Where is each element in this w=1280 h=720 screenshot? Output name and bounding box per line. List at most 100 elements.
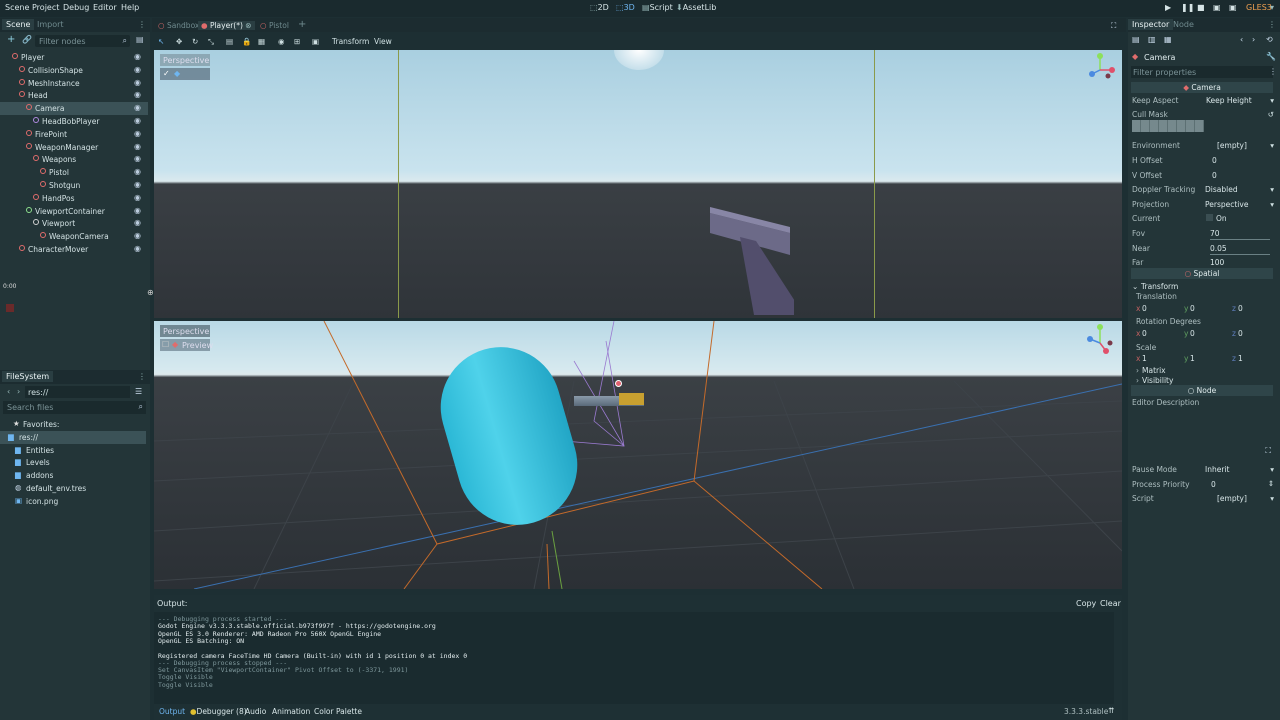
scene-tab-pistol[interactable]: ○ Pistol xyxy=(260,21,289,30)
local-space-icon[interactable]: ◉ xyxy=(278,37,285,46)
visibility-eye-icon[interactable]: ◉ xyxy=(134,116,141,125)
lock-icon[interactable]: 🔒 xyxy=(242,37,251,46)
visibility-eye-icon[interactable]: ◉ xyxy=(134,180,141,189)
workspace-3d-button[interactable]: ⬚3D xyxy=(616,3,635,12)
prop-process-priority[interactable]: Process Priority 0 ⇕ xyxy=(1132,478,1276,492)
view-menu[interactable]: View xyxy=(374,37,392,46)
menu-help[interactable]: Help xyxy=(121,3,139,12)
save-resource-icon[interactable]: ▦ xyxy=(1164,35,1172,44)
filter-properties-input[interactable]: Filter properties xyxy=(1131,66,1273,78)
filesystem-item[interactable]: ▆ addons xyxy=(0,469,146,482)
scene-tab-player[interactable]: ● Player(*) ⊗ xyxy=(198,21,255,30)
pause-icon[interactable]: ❚❚ xyxy=(1181,3,1194,12)
prop-translation[interactable]: x0 y0 z0 xyxy=(1136,302,1280,316)
revert-icon[interactable]: ↺ xyxy=(1268,110,1274,119)
renderer-dropdown-icon[interactable]: ▾ xyxy=(1270,3,1274,12)
add-node-icon[interactable]: + xyxy=(7,34,15,45)
scene-tree-node[interactable]: Pistol ◉ xyxy=(0,166,148,179)
gizmo-axes-top[interactable] xyxy=(1082,50,1118,86)
history-icon[interactable]: ⟲ xyxy=(1266,35,1273,44)
scene-tree-node[interactable]: Head ◉ xyxy=(0,89,148,102)
filesystem-item[interactable]: ▆ Levels xyxy=(0,456,146,469)
scene-tree-node[interactable]: HeadBobPlayer ◉ xyxy=(0,115,148,128)
history-forward-icon[interactable]: › xyxy=(1252,35,1255,44)
play-scene-icon[interactable]: ▣ xyxy=(1213,3,1221,12)
scene-tree-node[interactable]: Camera ◉ xyxy=(0,102,148,116)
object-tools-icon[interactable]: 🔧 xyxy=(1266,52,1276,61)
visibility-eye-icon[interactable]: ◉ xyxy=(134,78,141,87)
menu-project[interactable]: Project xyxy=(32,3,59,12)
scene-tree-node[interactable]: CollisionShape ◉ xyxy=(0,64,148,77)
cinematic-preview-top[interactable]: ✓ ◆ xyxy=(160,68,210,80)
dock-menu-icon[interactable]: ⋮ xyxy=(138,20,146,29)
visibility-eye-icon[interactable]: ◉ xyxy=(134,90,141,99)
favorites-row[interactable]: ★ Favorites: xyxy=(0,418,146,431)
prop-projection[interactable]: Projection Perspective ▾ xyxy=(1132,198,1276,212)
filesystem-item[interactable]: ◍ default_env.tres xyxy=(0,482,146,495)
prop-h-offset[interactable]: H Offset 0 xyxy=(1132,154,1276,168)
menu-scene[interactable]: Scene xyxy=(5,3,29,12)
filesystem-menu-icon[interactable]: ⋮ xyxy=(138,372,146,381)
preview-toggle[interactable]: ☐ ◆ Preview xyxy=(160,339,213,351)
prop-pause-mode[interactable]: Pause Mode Inherit ▾ xyxy=(1132,463,1276,477)
prop-v-offset[interactable]: V Offset 0 xyxy=(1132,169,1276,183)
visibility-eye-icon[interactable]: ◉ xyxy=(134,129,141,138)
history-back-icon[interactable]: ‹ xyxy=(1240,35,1243,44)
prop-script[interactable]: Script [empty] ▾ xyxy=(1132,492,1276,506)
clear-button[interactable]: Clear xyxy=(1100,599,1121,608)
camera-override-icon[interactable]: ▣ xyxy=(312,37,319,46)
tab-audio[interactable]: Audio xyxy=(245,707,266,716)
load-resource-icon[interactable]: ▥ xyxy=(1148,35,1156,44)
inspector-menu-icon[interactable]: ⋮ xyxy=(1269,67,1277,76)
dock-menu-icon[interactable]: ⋮ xyxy=(1268,20,1276,29)
visibility-eye-icon[interactable]: ◉ xyxy=(134,65,141,74)
visibility-eye-icon[interactable]: ◉ xyxy=(134,193,141,202)
near-slider[interactable] xyxy=(1210,254,1270,255)
select-tool-icon[interactable]: ↖ xyxy=(158,37,164,46)
rotate-tool-icon[interactable]: ↻ xyxy=(192,37,198,46)
visibility-eye-icon[interactable]: ◉ xyxy=(134,52,141,61)
tab-inspector[interactable]: Inspector xyxy=(1128,19,1174,30)
visibility-eye-icon[interactable]: ◉ xyxy=(134,154,141,163)
workspace-script-button[interactable]: ▤Script xyxy=(642,3,673,12)
copy-button[interactable]: Copy xyxy=(1076,599,1096,608)
perspective-menu-bottom[interactable]: Perspective xyxy=(160,325,210,337)
filesystem-item[interactable]: ▣ icon.png xyxy=(0,495,146,508)
transform-menu[interactable]: Transform xyxy=(332,37,369,46)
tab-debugger[interactable]: ●Debugger (8) xyxy=(190,707,247,716)
list-select-icon[interactable]: ▤ xyxy=(226,37,233,46)
scene-tree-node[interactable]: Player ◉ xyxy=(0,51,148,64)
close-icon[interactable]: ⊗ xyxy=(245,21,251,30)
prop-near[interactable]: Near 0.05 xyxy=(1132,242,1276,256)
snap-icon[interactable]: ⊞ xyxy=(294,37,300,46)
play-icon[interactable]: ▶ xyxy=(1165,3,1171,12)
new-resource-icon[interactable]: ▤ xyxy=(1132,35,1140,44)
visibility-eye-icon[interactable]: ◉ xyxy=(134,231,141,240)
tab-animation[interactable]: Animation xyxy=(272,707,310,716)
scene-tree-node[interactable]: Viewport ◉ xyxy=(0,217,148,230)
filesystem-item[interactable]: ▆ Entities xyxy=(0,444,146,457)
back-icon[interactable]: ‹ xyxy=(7,387,10,396)
gizmo-axes-bottom[interactable] xyxy=(1082,321,1118,361)
scene-tree-node[interactable]: MeshInstance ◉ xyxy=(0,77,148,90)
path-input[interactable]: res:// xyxy=(25,386,130,398)
tab-filesystem[interactable]: FileSystem xyxy=(2,371,54,382)
editor-description-field[interactable]: ⛶ xyxy=(1131,410,1273,458)
pin-panel-icon[interactable]: ⇈ xyxy=(1108,706,1114,715)
stop-icon[interactable]: ■ xyxy=(1197,3,1205,12)
prop-environment[interactable]: Environment [empty] ▾ xyxy=(1132,139,1276,153)
script-attach-icon[interactable]: ▤ xyxy=(136,35,144,44)
forward-icon[interactable]: › xyxy=(17,387,20,396)
scene-tree-node[interactable]: CharacterMover ◉ xyxy=(0,243,148,256)
workspace-2d-button[interactable]: ⬚2D xyxy=(590,3,609,12)
tab-output[interactable]: Output xyxy=(159,707,185,716)
prop-rotation-degrees[interactable]: x0 y0 z0 xyxy=(1136,327,1280,341)
visibility-eye-icon[interactable]: ◉ xyxy=(134,244,141,253)
renderer-select[interactable]: GLES3 xyxy=(1246,3,1272,12)
expand-icon[interactable]: ⛶ xyxy=(1265,446,1271,456)
tab-import[interactable]: Import xyxy=(37,20,64,29)
scene-tree-node[interactable]: WeaponManager ◉ xyxy=(0,141,148,154)
workspace-assetlib-button[interactable]: ⬇AssetLib xyxy=(676,3,716,12)
scene-tree-node[interactable]: Weapons ◉ xyxy=(0,153,148,166)
viewport-top[interactable]: Perspective ✓ ◆ xyxy=(154,50,1122,318)
